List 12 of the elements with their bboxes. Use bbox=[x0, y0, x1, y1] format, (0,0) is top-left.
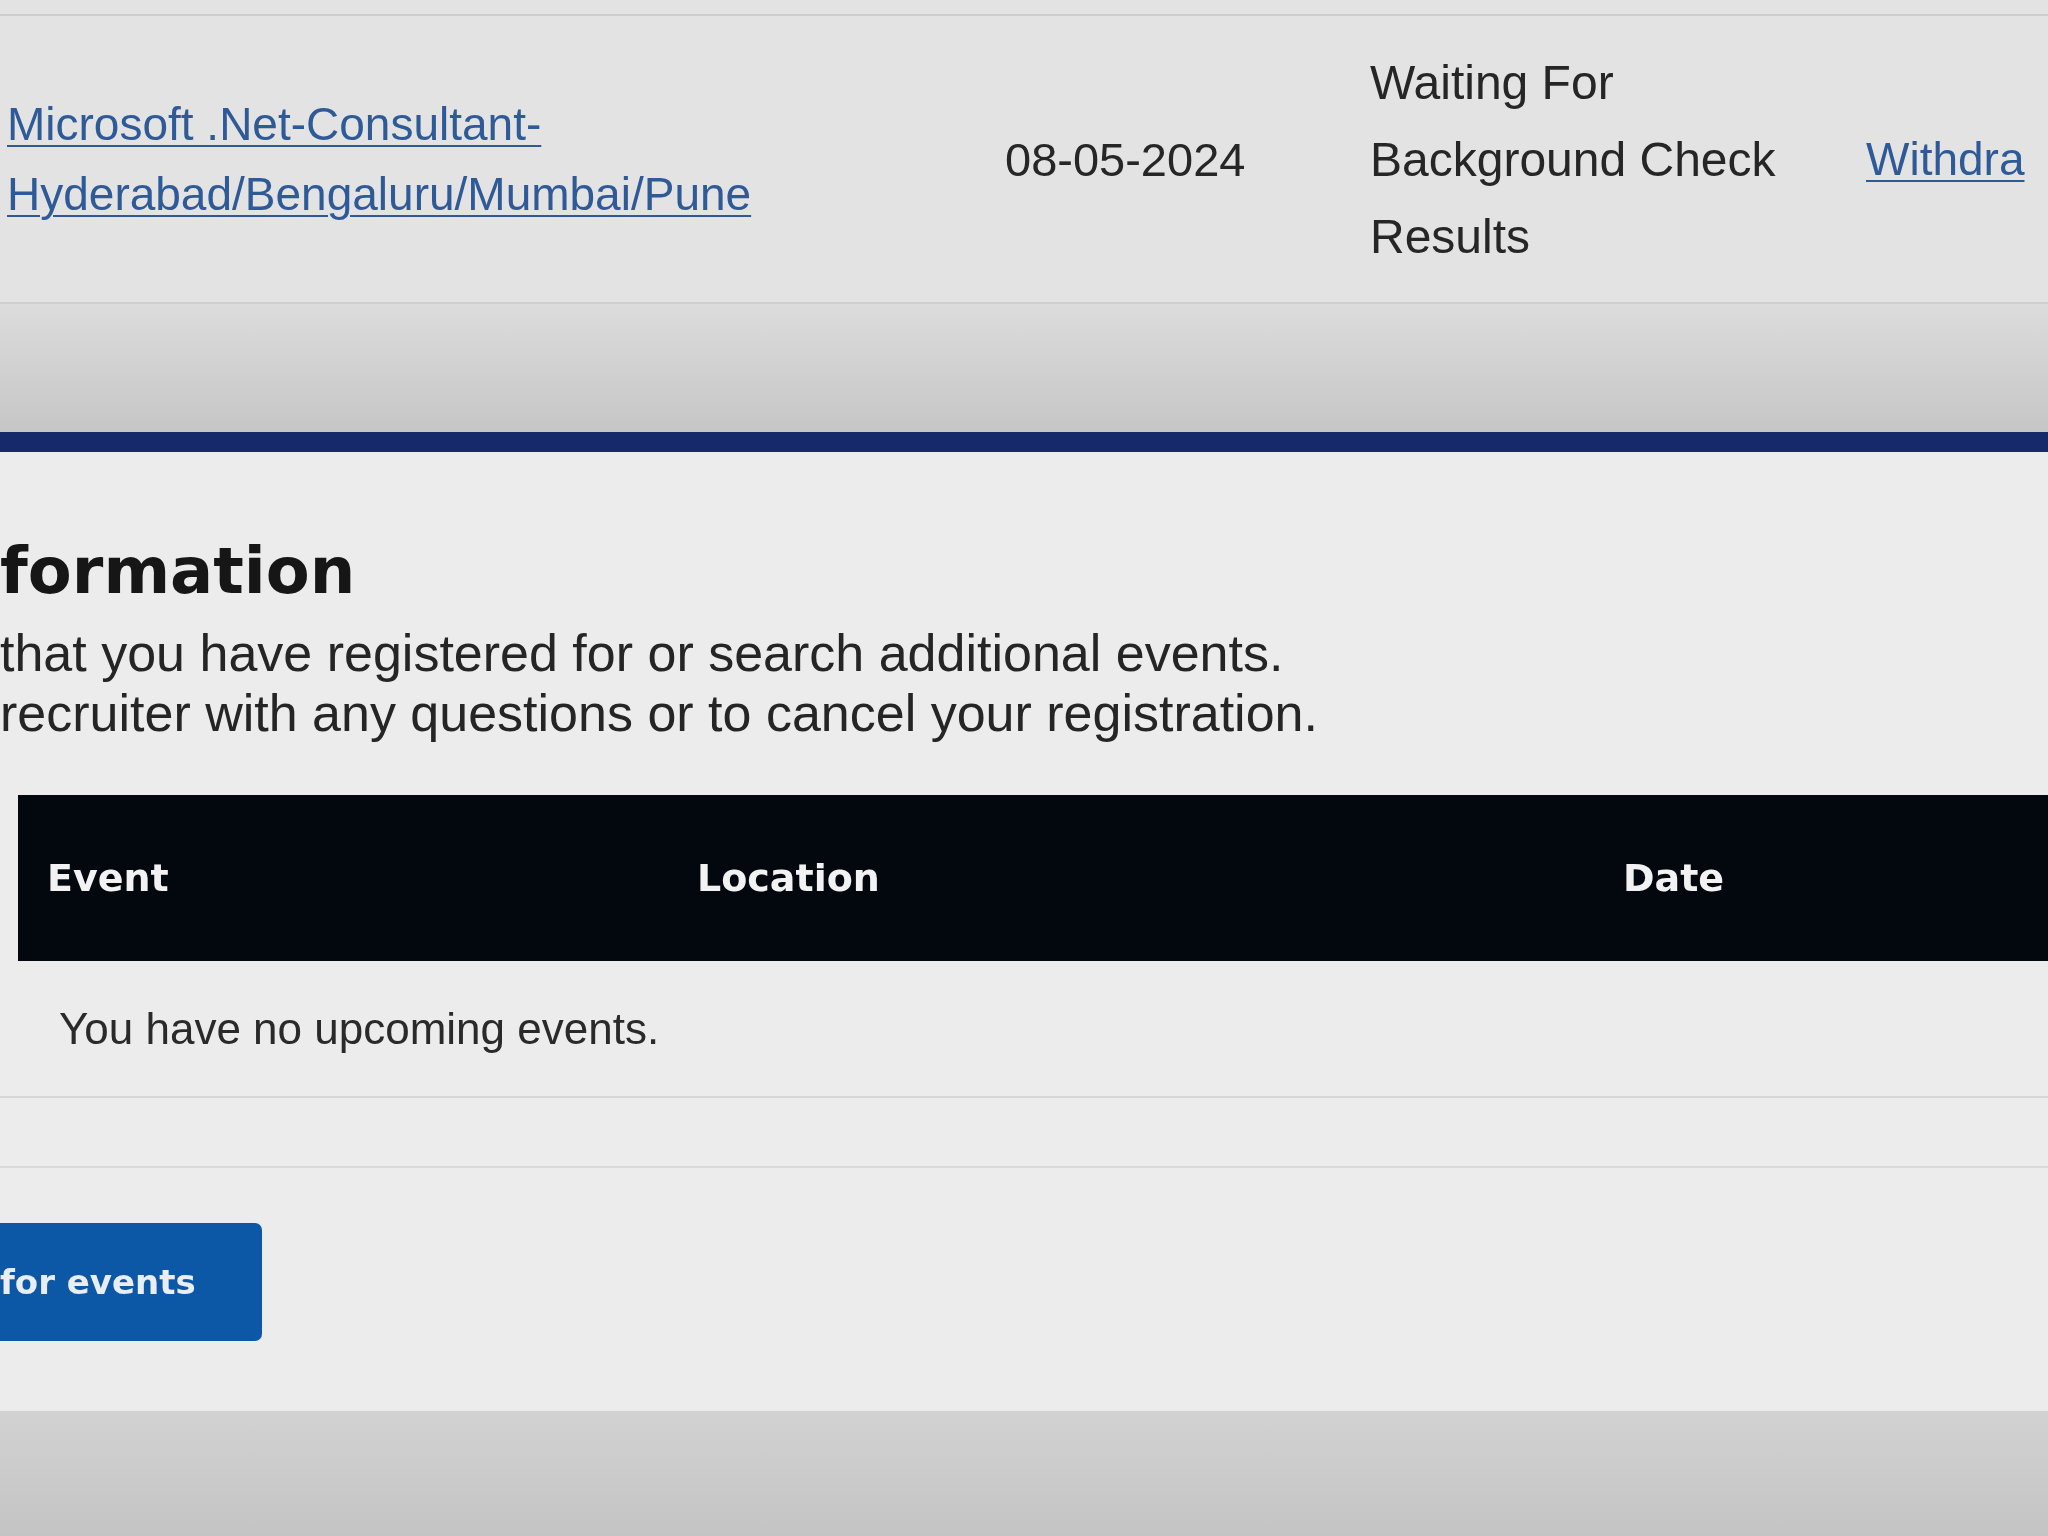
action-link[interactable]: Withdra bbox=[1866, 124, 2025, 194]
empty-message: You have no upcoming events. bbox=[59, 1003, 660, 1054]
section-title: formation bbox=[0, 534, 356, 609]
column-header: Location bbox=[697, 856, 880, 900]
description-text: recruiter with any questions or to cancel your registration. bbox=[0, 683, 1318, 743]
application-date: 08-05-2024 bbox=[1005, 131, 1246, 187]
application-status: Waiting For Background Check Results bbox=[1370, 54, 1777, 265]
events-button[interactable]: for events bbox=[0, 1223, 262, 1341]
job-title-link[interactable]: Microsoft .Net-Consultant-Hyderabad/Bengaluru/Mumbai/Pune bbox=[7, 89, 767, 229]
column-header: Event bbox=[47, 856, 169, 900]
column-header: Date bbox=[1623, 856, 1725, 900]
description-text: that you have registered for or search additional events. bbox=[0, 623, 1284, 683]
